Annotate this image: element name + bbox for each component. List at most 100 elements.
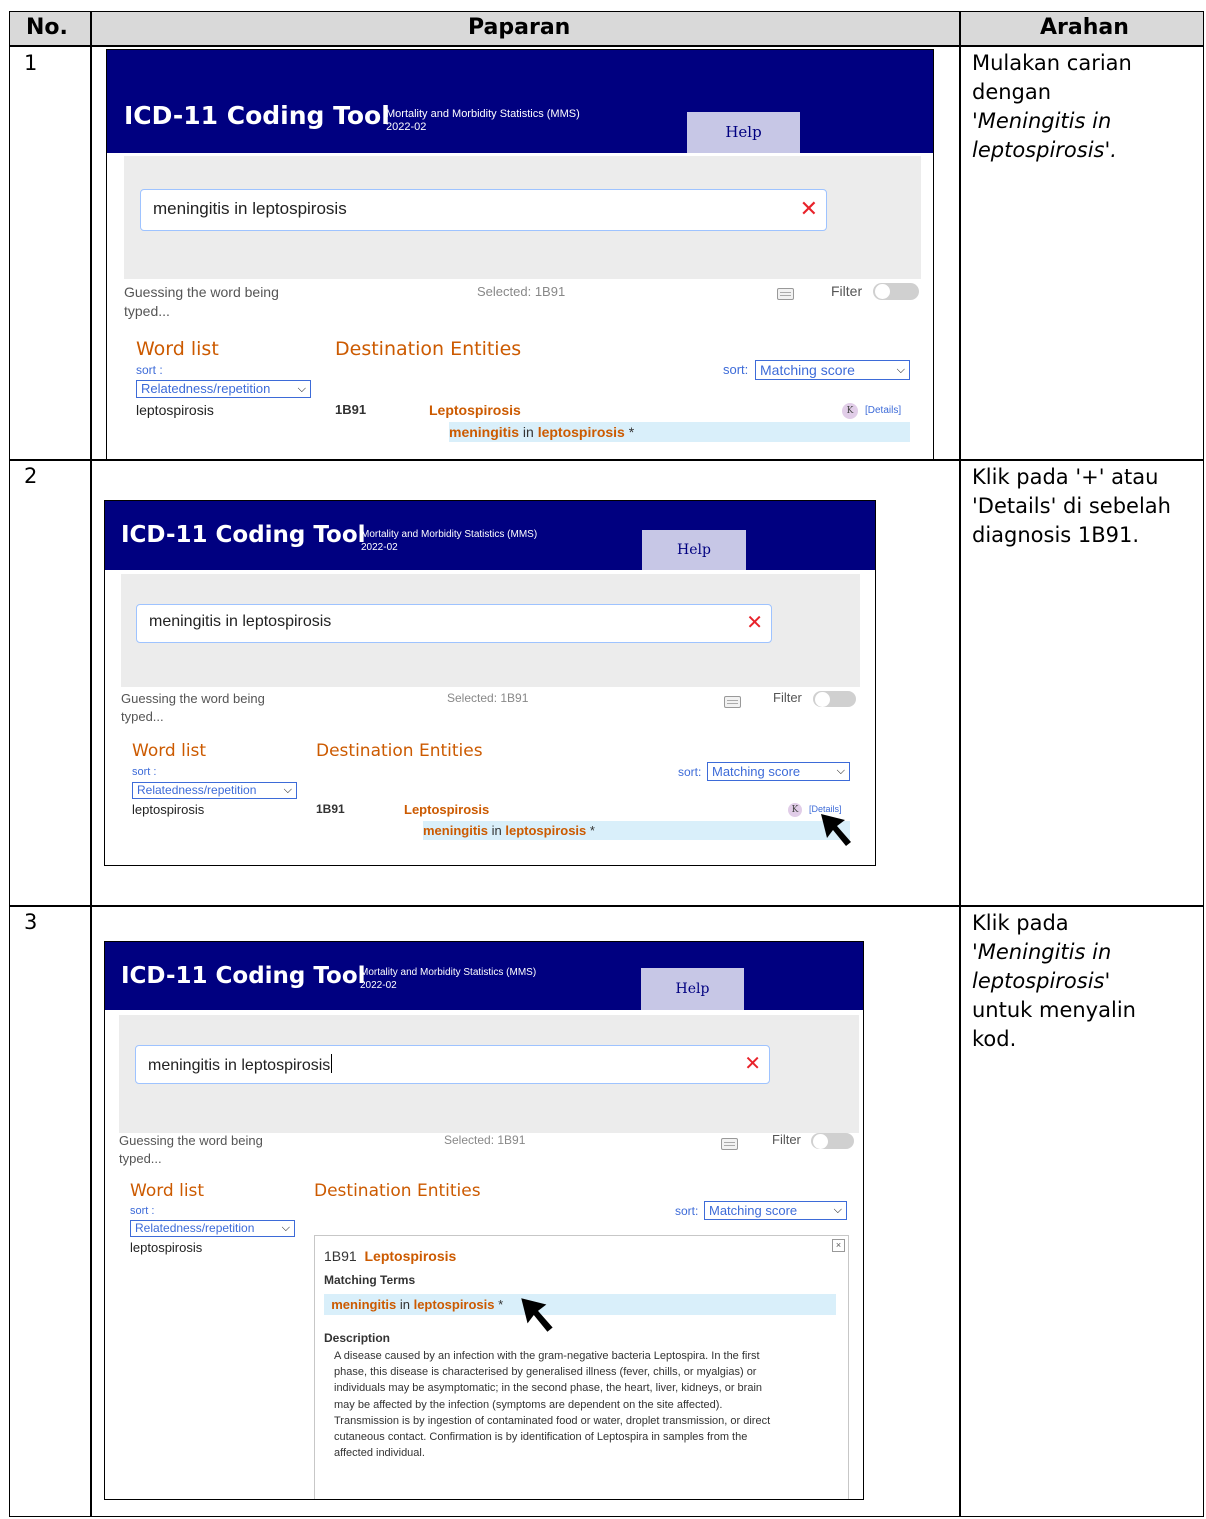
instruction-line: kod. <box>972 1027 1017 1051</box>
selected-code: Selected: 1B91 <box>447 691 529 705</box>
search-input[interactable]: meningitis in leptospirosis ✕ <box>140 189 827 231</box>
instruction-line: 'Details' di sebelah <box>972 494 1171 518</box>
keyboard-icon[interactable] <box>777 288 794 300</box>
chevron-down-icon: ⌵ <box>896 364 905 376</box>
match-term-star: * <box>494 1297 504 1312</box>
guess-status: Guessing the word being typed... <box>119 1132 263 1168</box>
match-term-word: meningitis <box>449 424 520 440</box>
word-list-item[interactable]: leptospirosis <box>136 402 214 418</box>
column-divider <box>90 12 92 1516</box>
detail-entity-title[interactable]: Leptospirosis <box>364 1248 456 1264</box>
dest-sort-label: sort: <box>678 765 702 779</box>
search-input-value: meningitis in leptospirosis <box>149 613 332 630</box>
word-sort-value: Relatedness/repetition <box>141 381 271 396</box>
match-term-word: leptospirosis <box>537 424 625 440</box>
filter-toggle[interactable] <box>873 283 919 300</box>
word-list-item[interactable]: leptospirosis <box>132 802 204 817</box>
subtitle-line: Mortality and Morbidity Statistics (MMS) <box>361 529 538 540</box>
entity-code: 1B91 <box>335 402 367 417</box>
dest-sort-select[interactable]: Matching score ⌵ <box>707 762 850 781</box>
screenshot-step-2: ICD-11 Coding Tool Mortality and Morbidi… <box>104 500 876 866</box>
description-line: may be affected by the infection (sympto… <box>334 1398 723 1411</box>
screenshot-step-1: ICD-11 Coding Tool Mortality and Morbidi… <box>106 49 934 460</box>
word-sort-select[interactable]: Relatedness/repetition ⌵ <box>136 380 311 398</box>
guess-line: Guessing the word being <box>121 691 265 706</box>
instruction-line: Klik pada <box>972 911 1069 935</box>
clear-search-icon[interactable]: ✕ <box>744 1051 761 1076</box>
description-line: affected individual. <box>334 1447 425 1460</box>
word-sort-label: sort : <box>130 1205 155 1217</box>
chevron-down-icon: ⌵ <box>297 383 306 395</box>
dest-sort-select[interactable]: Matching score ⌵ <box>755 360 910 380</box>
match-term-word: in <box>519 424 538 440</box>
filter-toggle[interactable] <box>813 691 856 707</box>
app-subtitle: Mortality and Morbidity Statistics (MMS)… <box>360 966 536 992</box>
subtitle-line: 2022-02 <box>386 121 427 133</box>
screenshot-step-3: ICD-11 Coding Tool Mortality and Morbidi… <box>104 941 864 1500</box>
word-sort-select[interactable]: Relatedness/repetition ⌵ <box>132 782 297 799</box>
entity-code: 1B91 <box>316 802 345 816</box>
clear-search-icon[interactable]: ✕ <box>800 196 818 222</box>
chevron-down-icon: ⌵ <box>281 1222 290 1234</box>
details-link[interactable]: [Details] <box>865 405 901 416</box>
word-sort-value: Relatedness/repetition <box>137 783 257 797</box>
app-title: ICD-11 Coding Tool <box>121 522 366 548</box>
search-input-value: meningitis in leptospirosis <box>153 199 347 218</box>
match-term-star: * <box>586 823 595 838</box>
selected-code: Selected: 1B91 <box>444 1133 526 1147</box>
row-number: 3 <box>24 910 38 934</box>
help-tab[interactable]: Help <box>642 530 746 570</box>
clear-search-icon[interactable]: ✕ <box>746 610 763 635</box>
filter-label: Filter <box>831 283 863 299</box>
row-divider <box>10 905 1203 907</box>
guess-line: typed... <box>121 709 164 724</box>
matching-term-row[interactable]: meningitis in leptospirosis * <box>423 821 850 840</box>
keyboard-icon[interactable] <box>721 1138 738 1150</box>
guess-status: Guessing the word being typed... <box>121 690 265 726</box>
instruction-line: dengan <box>972 80 1052 104</box>
subtitle-line: 2022-02 <box>361 542 398 553</box>
instruction-line: leptospirosis'. <box>972 138 1117 162</box>
description-line: Transmission is by ingestion of contamin… <box>334 1414 771 1427</box>
word-sort-select[interactable]: Relatedness/repetition ⌵ <box>130 1220 295 1237</box>
k-badge[interactable]: K <box>842 403 858 419</box>
word-list-item[interactable]: leptospirosis <box>130 1240 202 1255</box>
keyboard-icon[interactable] <box>724 696 741 708</box>
guess-line: typed... <box>119 1151 162 1166</box>
app-title: ICD-11 Coding Tool <box>121 963 366 989</box>
app-navbar: ICD-11 Coding Tool Mortality and Morbidi… <box>107 50 933 153</box>
detail-entity-code: 1B91 <box>324 1248 357 1264</box>
description-text: A disease caused by an infection with th… <box>334 1348 844 1461</box>
row-number: 2 <box>24 464 38 488</box>
search-input[interactable]: meningitis in leptospirosis ✕ <box>135 1045 770 1084</box>
k-badge[interactable]: K <box>788 803 802 817</box>
guess-line: Guessing the word being <box>124 284 279 300</box>
description-line: phase, this disease is characterised by … <box>334 1366 757 1379</box>
close-icon[interactable]: × <box>832 1239 845 1252</box>
instruction-line: untuk menyalin <box>972 998 1136 1022</box>
dest-sort-select[interactable]: Matching score ⌵ <box>704 1201 847 1220</box>
header-no: No. <box>26 15 68 40</box>
instruction-line: diagnosis 1B91. <box>972 523 1140 547</box>
header-display: Paparan <box>468 15 571 40</box>
description-line: cutaneous contact. Confirmation is by id… <box>334 1431 748 1444</box>
matching-term-row[interactable]: meningitis in leptospirosis * <box>449 422 910 442</box>
subtitle-line: Mortality and Morbidity Statistics (MMS) <box>386 108 580 120</box>
row-number: 1 <box>24 51 38 75</box>
chevron-down-icon: ⌵ <box>833 1204 842 1216</box>
entity-title[interactable]: Leptospirosis <box>404 802 489 817</box>
search-input[interactable]: meningitis in leptospirosis ✕ <box>136 604 772 643</box>
chevron-down-icon: ⌵ <box>836 765 845 777</box>
search-area: meningitis in leptospirosis ✕ <box>124 156 921 279</box>
destination-heading: Destination Entities <box>316 741 483 761</box>
search-input-value: meningitis in leptospirosis <box>148 1054 333 1075</box>
filter-toggle[interactable] <box>811 1133 854 1149</box>
instruction-line: Mulakan carian <box>972 51 1132 75</box>
entity-title[interactable]: Leptospirosis <box>429 402 521 418</box>
guess-line: typed... <box>124 303 170 319</box>
help-tab[interactable]: Help <box>687 112 800 153</box>
matching-term-row[interactable]: meningitis in leptospirosis * <box>324 1294 836 1315</box>
text-caret <box>331 1054 333 1073</box>
help-tab[interactable]: Help <box>641 968 744 1010</box>
row-divider <box>10 45 1203 47</box>
